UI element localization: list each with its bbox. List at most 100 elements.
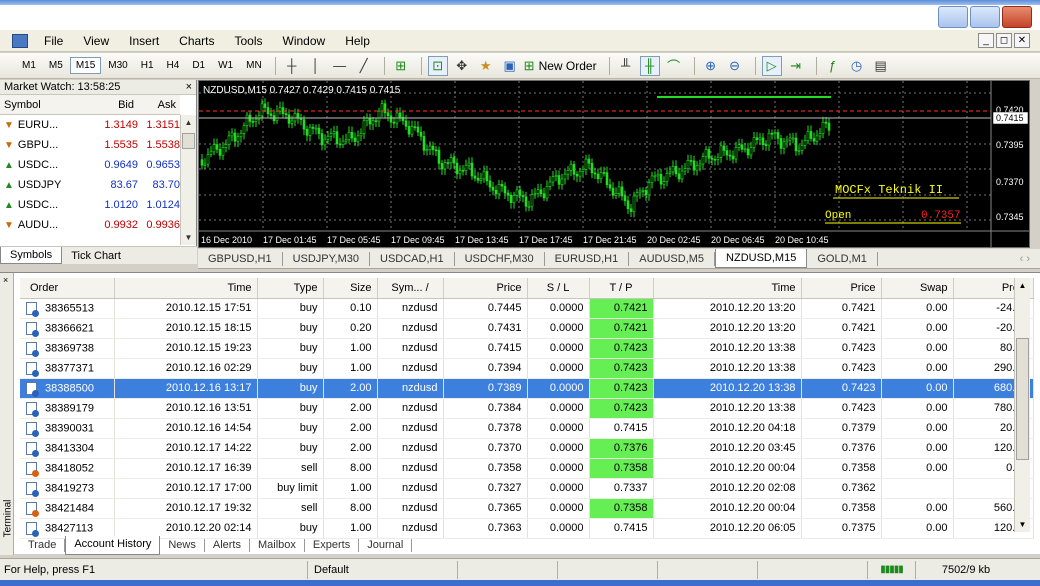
market-watch-scrollbar[interactable]: ▲ ▼ bbox=[180, 115, 196, 245]
column-header-tp[interactable]: T / P bbox=[589, 278, 654, 299]
table-row[interactable]: 38413304 2010.12.17 14:22 buy 2.00 nzdusd 0.7… bbox=[20, 438, 1034, 459]
column-header-sl[interactable]: S / L bbox=[527, 278, 590, 299]
price-chart[interactable]: NZDUSD,M15 0.7427 0.7429 0.7415 0.7415 0… bbox=[198, 80, 1030, 248]
table-row[interactable]: 38421484 2010.12.17 19:32 sell 8.00 nzdusd 0.… bbox=[20, 498, 1034, 519]
menu-insert[interactable]: Insert bbox=[119, 34, 169, 48]
add-object-icon[interactable]: ⊞ bbox=[391, 56, 411, 76]
tab-experts[interactable]: Experts bbox=[305, 538, 360, 552]
chart-tab-nav-icon[interactable]: ‹ › bbox=[1010, 252, 1040, 266]
menu-window[interactable]: Window bbox=[273, 34, 336, 48]
data-window-icon[interactable]: ★ bbox=[476, 56, 496, 76]
chart-tab-usdcad-h1[interactable]: USDCAD,H1 bbox=[370, 251, 455, 266]
timeframe-m30[interactable]: M30 bbox=[102, 57, 133, 74]
table-row[interactable]: 38419273 2010.12.17 17:00 buy limit 1.00 nzd… bbox=[20, 478, 1034, 499]
minimize-button[interactable] bbox=[938, 6, 968, 28]
menu-tools[interactable]: Tools bbox=[225, 34, 273, 48]
scroll-down-arrow-icon[interactable]: ▼ bbox=[1015, 517, 1030, 532]
new-order-button[interactable]: ⊞ New Order bbox=[524, 58, 597, 74]
column-header-type[interactable]: Type bbox=[257, 278, 324, 299]
table-row[interactable]: 38369738 2010.12.15 19:23 buy 1.00 nzdusd 0.7… bbox=[20, 338, 1034, 359]
horizontal-line-icon[interactable]: — bbox=[330, 56, 350, 76]
timeframe-h4[interactable]: H4 bbox=[161, 57, 186, 74]
timeframe-h1[interactable]: H1 bbox=[135, 57, 160, 74]
chart-shift-icon[interactable]: ⇥ bbox=[786, 56, 806, 76]
zoom-in-icon[interactable]: ⊕ bbox=[701, 56, 721, 76]
market-watch-row[interactable]: ▲ USDJPY 83.67 83.70 bbox=[0, 175, 180, 195]
column-header-order[interactable]: Order bbox=[20, 278, 115, 299]
tab-mailbox[interactable]: Mailbox bbox=[250, 538, 305, 552]
scrollbar-thumb[interactable] bbox=[182, 133, 195, 149]
column-header-close-price[interactable]: Price bbox=[801, 278, 882, 299]
scroll-down-arrow-icon[interactable]: ▼ bbox=[181, 230, 196, 245]
auto-scroll-icon[interactable]: ▷ bbox=[761, 55, 782, 76]
menu-help[interactable]: Help bbox=[335, 34, 380, 48]
chart-tab-audusd-m5[interactable]: AUDUSD,M5 bbox=[629, 251, 716, 266]
timeframe-d1[interactable]: D1 bbox=[186, 57, 211, 74]
chart-tab-gold-m1[interactable]: GOLD,M1 bbox=[807, 251, 878, 266]
templates-icon[interactable]: ▤ bbox=[871, 56, 891, 76]
timeframe-m1[interactable]: M1 bbox=[16, 57, 42, 74]
chart-tab-eurusd-h1[interactable]: EURUSD,H1 bbox=[545, 251, 630, 266]
market-watch-row[interactable]: ▼ EURU... 1.3149 1.3151 bbox=[0, 115, 180, 135]
tab-news[interactable]: News bbox=[160, 538, 205, 552]
mdi-close-button[interactable]: ✕ bbox=[1014, 33, 1030, 48]
tab-trade[interactable]: Trade bbox=[20, 538, 66, 552]
column-header-price[interactable]: Price bbox=[443, 278, 528, 299]
tab-tick-chart[interactable]: Tick Chart bbox=[62, 250, 130, 262]
bar-chart-icon[interactable]: ╨ bbox=[616, 56, 636, 76]
mdi-minimize-button[interactable]: _ bbox=[978, 33, 994, 48]
market-watch-close-icon[interactable]: × bbox=[186, 81, 192, 93]
zoom-out-icon[interactable]: ⊖ bbox=[725, 56, 745, 76]
vertical-line-icon[interactable]: │ bbox=[306, 56, 326, 76]
market-watch-row[interactable]: ▲ USDC... 0.9649 0.9653 bbox=[0, 155, 180, 175]
indicators-icon[interactable]: ƒ bbox=[823, 56, 843, 76]
app-icon[interactable] bbox=[12, 33, 28, 48]
chart-tab-usdjpy-m30[interactable]: USDJPY,M30 bbox=[283, 251, 371, 266]
timeframe-mn[interactable]: MN bbox=[240, 57, 268, 74]
scroll-up-arrow-icon[interactable]: ▲ bbox=[1015, 278, 1030, 293]
timeframe-w1[interactable]: W1 bbox=[212, 57, 239, 74]
scroll-up-arrow-icon[interactable]: ▲ bbox=[181, 115, 196, 130]
tab-alerts[interactable]: Alerts bbox=[205, 538, 250, 552]
menu-view[interactable]: View bbox=[73, 34, 119, 48]
table-row[interactable]: 38418052 2010.12.17 16:39 sell 8.00 nzdusd 0.… bbox=[20, 458, 1034, 479]
terminal-scrollbar[interactable]: ▲ ▼ bbox=[1014, 278, 1030, 532]
column-header-close-time[interactable]: Time bbox=[653, 278, 802, 299]
crosshair-tool-icon[interactable]: ┼ bbox=[282, 56, 302, 76]
column-header-ask[interactable]: Ask bbox=[138, 99, 180, 111]
market-watch-row[interactable]: ▼ GBPU... 1.5535 1.5538 bbox=[0, 135, 180, 155]
market-watch-row[interactable]: ▲ USDC... 1.0120 1.0124 bbox=[0, 195, 180, 215]
column-header-bid[interactable]: Bid bbox=[96, 99, 138, 111]
table-row[interactable]: 38388500 2010.12.16 13:17 buy 2.00 nzdusd 0.7… bbox=[20, 378, 1034, 399]
column-header-size[interactable]: Size bbox=[323, 278, 378, 299]
mdi-restore-button[interactable]: ◻ bbox=[996, 33, 1012, 48]
chart-tab-gbpusd-h1[interactable]: GBPUSD,H1 bbox=[198, 251, 283, 266]
trendline-icon[interactable]: ╱ bbox=[354, 56, 374, 76]
market-watch-toggle-icon[interactable]: ⊡ bbox=[427, 55, 448, 76]
chart-tab-usdchf-m30[interactable]: USDCHF,M30 bbox=[455, 251, 545, 266]
terminal-toggle-icon[interactable]: ▣ bbox=[500, 56, 520, 76]
table-row[interactable]: 38365513 2010.12.15 17:51 buy 0.10 nzdusd 0.7… bbox=[20, 298, 1034, 319]
chart-tab-nzdusd-m15[interactable]: NZDUSD,M15 bbox=[715, 249, 808, 268]
tab-account-history[interactable]: Account History bbox=[65, 535, 161, 555]
column-header-symbol[interactable]: Sym... / bbox=[377, 278, 444, 299]
terminal-close-icon[interactable]: × bbox=[3, 275, 8, 285]
maximize-button[interactable] bbox=[970, 6, 1000, 28]
tab-journal[interactable]: Journal bbox=[359, 538, 413, 552]
periods-icon[interactable]: ◷ bbox=[847, 56, 867, 76]
close-window-button[interactable] bbox=[1002, 6, 1032, 28]
menu-charts[interactable]: Charts bbox=[169, 34, 224, 48]
timeframe-m5[interactable]: M5 bbox=[43, 57, 69, 74]
column-header-time[interactable]: Time bbox=[114, 278, 258, 299]
scrollbar-thumb[interactable] bbox=[1016, 338, 1029, 460]
market-watch-row[interactable]: ▼ AUDU... 0.9932 0.9936 bbox=[0, 215, 180, 235]
table-row[interactable]: 38389179 2010.12.16 13:51 buy 2.00 nzdusd 0.7… bbox=[20, 398, 1034, 419]
column-header-swap[interactable]: Swap bbox=[881, 278, 954, 299]
table-row[interactable]: 38377371 2010.12.16 02:29 buy 1.00 nzdusd 0.7… bbox=[20, 358, 1034, 379]
connection-bars-icon[interactable]: ▮▮▮▮▮ bbox=[868, 560, 916, 579]
navigator-icon[interactable]: ✥ bbox=[452, 56, 472, 76]
candlestick-icon[interactable]: ╫ bbox=[639, 55, 660, 76]
table-row[interactable]: 38390031 2010.12.16 14:54 buy 2.00 nzdusd 0.7… bbox=[20, 418, 1034, 439]
table-row[interactable]: 38366621 2010.12.15 18:15 buy 0.20 nzdusd 0.7… bbox=[20, 318, 1034, 339]
column-header-symbol[interactable]: Symbol bbox=[0, 99, 96, 111]
